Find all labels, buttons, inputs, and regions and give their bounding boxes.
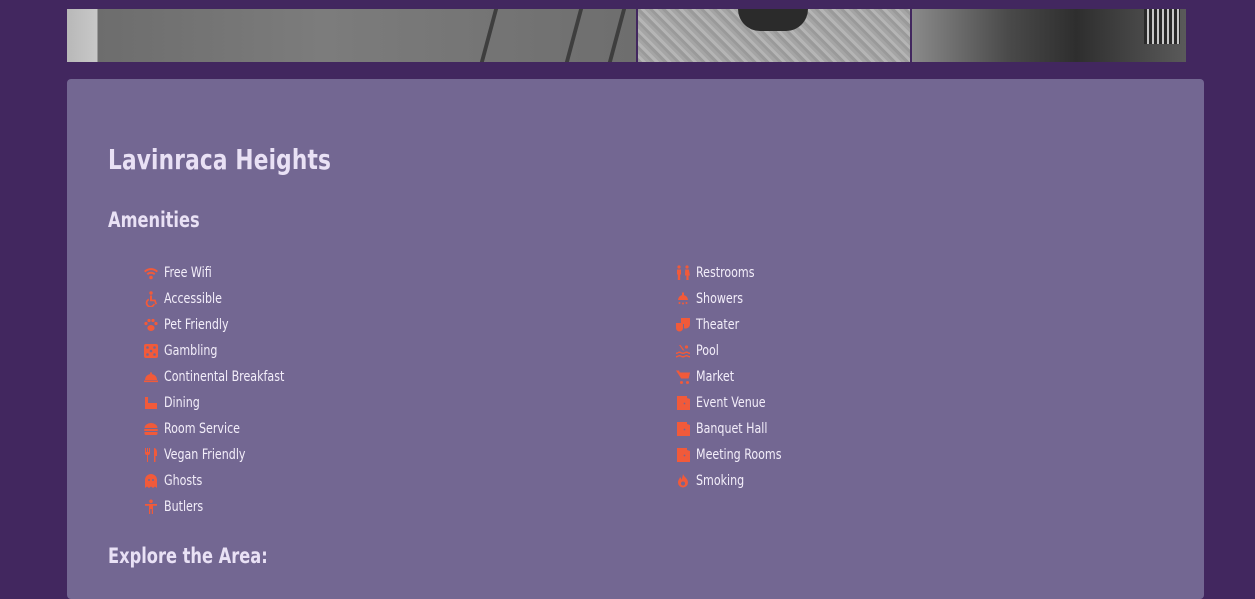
utensils-icon	[143, 447, 159, 463]
amenity-label: Restrooms	[696, 265, 755, 281]
cart-icon	[675, 369, 691, 385]
amenity-item: Theater	[675, 312, 793, 338]
amenity-label: Showers	[696, 291, 744, 307]
amenity-item: Free Wifi	[143, 260, 301, 286]
amenities-heading: Amenities	[108, 208, 200, 232]
hotel-details-card: Lavinraca Heights Amenities Free Wifi Acc…	[67, 79, 1204, 599]
amenity-label: Dining	[164, 395, 200, 411]
dice-icon	[143, 343, 159, 359]
restroom-icon	[675, 265, 691, 281]
dining-icon	[143, 395, 159, 411]
amenity-item: Continental Breakfast	[143, 364, 301, 390]
amenity-label: Free Wifi	[164, 265, 212, 281]
amenity-label: Smoking	[696, 473, 745, 489]
amenity-label: Banquet Hall	[696, 421, 768, 437]
amenity-item: Market	[675, 364, 793, 390]
amenity-label: Event Venue	[696, 395, 766, 411]
amenity-item: Meeting Rooms	[675, 442, 793, 468]
amenity-item: Showers	[675, 286, 793, 312]
burger-icon	[143, 421, 159, 437]
door-icon	[675, 395, 691, 411]
fire-icon	[675, 473, 691, 489]
amenity-label: Meeting Rooms	[696, 447, 782, 463]
chair-leg	[607, 9, 627, 62]
pool-icon	[675, 343, 691, 359]
amenity-label: Theater	[696, 317, 740, 333]
amenity-item: Accessible	[143, 286, 301, 312]
amenity-item: Ghosts	[143, 468, 301, 494]
shower-icon	[675, 291, 691, 307]
amenity-item: Pool	[675, 338, 793, 364]
wheelchair-icon	[143, 291, 159, 307]
amenity-label: Butlers	[164, 499, 204, 515]
amenity-label: Market	[696, 369, 735, 385]
wifi-icon	[143, 265, 159, 281]
photo-gallery	[67, 9, 1186, 62]
amenity-item: Banquet Hall	[675, 416, 793, 442]
bookshelf	[1144, 9, 1180, 44]
cloche-icon	[143, 369, 159, 385]
door-icon	[675, 447, 691, 463]
amenity-label: Ghosts	[164, 473, 203, 489]
person-icon	[143, 499, 159, 515]
amenity-item: Gambling	[143, 338, 301, 364]
amenity-item: Room Service	[143, 416, 301, 442]
table-base	[738, 9, 808, 31]
amenity-item: Dining	[143, 390, 301, 416]
door-icon	[675, 421, 691, 437]
amenity-label: Vegan Friendly	[164, 447, 246, 463]
amenity-label: Accessible	[164, 291, 222, 307]
amenity-item: Smoking	[675, 468, 793, 494]
gallery-photo-library[interactable]	[912, 9, 1186, 62]
amenity-item: Vegan Friendly	[143, 442, 301, 468]
theater-masks-icon	[675, 317, 691, 333]
amenity-label: Pool	[696, 343, 719, 359]
chair-leg	[479, 9, 499, 62]
amenity-item: Event Venue	[675, 390, 793, 416]
amenity-item: Pet Friendly	[143, 312, 301, 338]
explore-heading: Explore the Area:	[108, 544, 268, 568]
amenity-item: Butlers	[143, 494, 301, 520]
amenities-list-right: Restrooms Showers Theater Pool Market Event V…	[675, 260, 793, 494]
amenity-item: Restrooms	[675, 260, 793, 286]
amenities-list-left: Free Wifi Accessible Pet Friendly Gambling C…	[143, 260, 301, 520]
amenity-label: Continental Breakfast	[164, 369, 285, 385]
amenity-label: Room Service	[164, 421, 240, 437]
chair-leg	[564, 9, 584, 62]
amenity-label: Pet Friendly	[164, 317, 229, 333]
amenity-label: Gambling	[164, 343, 218, 359]
ghost-icon	[143, 473, 159, 489]
paw-icon	[143, 317, 159, 333]
gallery-photo-room[interactable]	[638, 9, 910, 62]
hotel-name: Lavinraca Heights	[108, 143, 332, 176]
gallery-photo-lobby[interactable]	[67, 9, 636, 62]
